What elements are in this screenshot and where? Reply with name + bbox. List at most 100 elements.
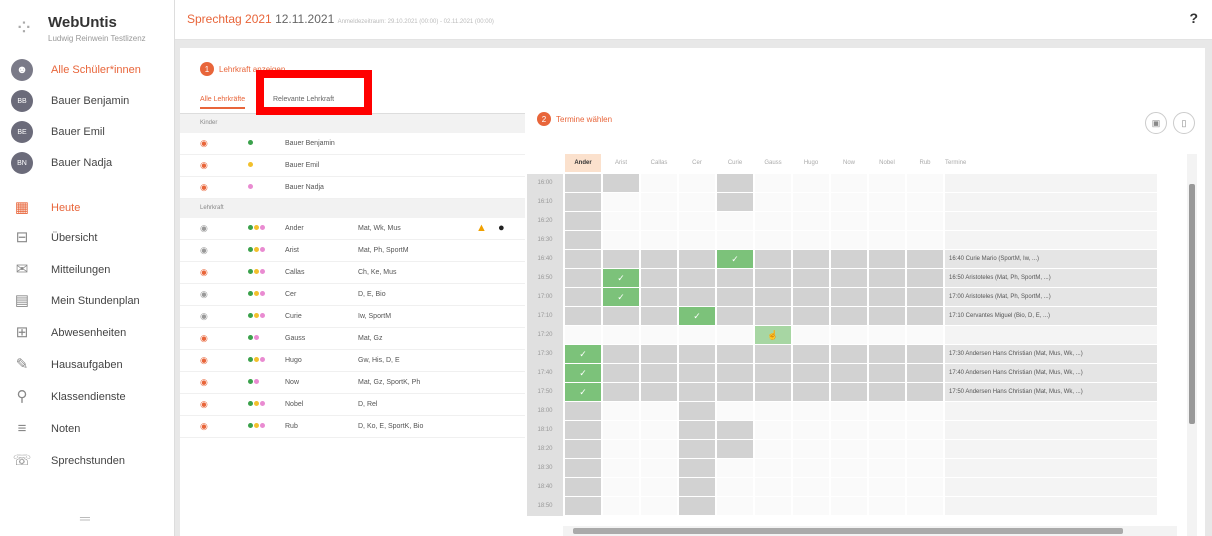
sidebar-item[interactable]: ☏ Sprechstunden xyxy=(0,446,175,476)
free-slot[interactable] xyxy=(831,193,867,211)
help-button[interactable]: ? xyxy=(1189,10,1198,26)
free-slot[interactable] xyxy=(603,231,639,249)
free-slot[interactable] xyxy=(641,421,677,439)
free-slot[interactable] xyxy=(603,326,639,344)
free-slot[interactable] xyxy=(793,440,829,458)
sidebar-item[interactable]: ✎ Hausaufgaben xyxy=(0,350,175,380)
free-slot[interactable] xyxy=(907,421,943,439)
visibility-eye-icon[interactable]: ◉ xyxy=(200,355,208,366)
free-slot[interactable] xyxy=(907,231,943,249)
free-slot[interactable] xyxy=(869,459,905,477)
free-slot[interactable] xyxy=(869,231,905,249)
free-slot[interactable] xyxy=(603,212,639,230)
sidebar-item[interactable]: BN Bauer Nadja xyxy=(0,148,175,178)
free-slot[interactable] xyxy=(603,440,639,458)
free-slot[interactable] xyxy=(831,440,867,458)
teacher-row[interactable]: ◉ Rub D, Ko, E, SportK, Bio xyxy=(180,416,525,438)
free-slot[interactable] xyxy=(755,497,791,515)
free-slot[interactable] xyxy=(679,326,715,344)
visibility-eye-icon[interactable]: ◉ xyxy=(200,333,208,344)
free-slot[interactable] xyxy=(641,212,677,230)
sidebar-item[interactable]: ▦ Heute xyxy=(0,193,175,223)
free-slot[interactable] xyxy=(907,497,943,515)
horizontal-scrollbar[interactable] xyxy=(563,526,1177,536)
free-slot[interactable] xyxy=(831,231,867,249)
free-slot[interactable] xyxy=(717,212,753,230)
free-slot[interactable] xyxy=(793,212,829,230)
pdf-export-button[interactable]: ▣ xyxy=(1145,112,1167,134)
free-slot[interactable] xyxy=(603,459,639,477)
free-slot[interactable] xyxy=(641,402,677,420)
free-slot[interactable] xyxy=(641,459,677,477)
free-slot[interactable] xyxy=(717,478,753,496)
free-slot[interactable] xyxy=(603,497,639,515)
visibility-eye-icon[interactable]: ◉ xyxy=(200,377,208,388)
free-slot[interactable] xyxy=(831,421,867,439)
free-slot[interactable] xyxy=(641,193,677,211)
free-slot[interactable] xyxy=(907,193,943,211)
free-slot[interactable] xyxy=(755,459,791,477)
free-slot[interactable] xyxy=(717,459,753,477)
booked-slot[interactable]: ✓ xyxy=(603,288,639,306)
free-slot[interactable] xyxy=(603,478,639,496)
visibility-eye-icon[interactable]: ◉ xyxy=(200,289,208,300)
teacher-row[interactable]: ◉ Ander Mat, Wk, Mus ▲ ● xyxy=(180,218,525,240)
booked-slot[interactable]: ✓ xyxy=(679,307,715,325)
free-slot[interactable] xyxy=(755,402,791,420)
booked-slot[interactable]: ✓ xyxy=(603,269,639,287)
free-slot[interactable] xyxy=(603,193,639,211)
free-slot[interactable] xyxy=(717,497,753,515)
sidebar-item[interactable]: ⊞ Abwesenheiten xyxy=(0,318,175,348)
free-slot[interactable] xyxy=(869,174,905,192)
free-slot[interactable] xyxy=(869,326,905,344)
tab-all-teachers[interactable]: Alle Lehrkräfte xyxy=(200,96,246,109)
free-slot[interactable] xyxy=(869,497,905,515)
free-slot[interactable] xyxy=(869,421,905,439)
sidebar-item[interactable]: BE Bauer Emil xyxy=(0,117,175,147)
free-slot[interactable] xyxy=(831,174,867,192)
child-row[interactable]: ◉ Bauer Benjamin xyxy=(180,133,525,155)
booked-slot[interactable]: ✓ xyxy=(565,364,601,382)
free-slot[interactable] xyxy=(679,212,715,230)
free-slot[interactable] xyxy=(793,459,829,477)
visibility-eye-icon[interactable]: ◉ xyxy=(200,245,208,256)
free-slot[interactable] xyxy=(907,459,943,477)
free-slot[interactable] xyxy=(641,174,677,192)
free-slot[interactable] xyxy=(869,478,905,496)
free-slot[interactable] xyxy=(793,326,829,344)
free-slot[interactable] xyxy=(755,174,791,192)
collapse-sidebar-icon[interactable]: ═ xyxy=(80,510,90,526)
visibility-eye-icon[interactable]: ◉ xyxy=(200,267,208,278)
free-slot[interactable] xyxy=(793,174,829,192)
free-slot[interactable] xyxy=(907,402,943,420)
free-slot[interactable] xyxy=(755,421,791,439)
free-slot[interactable] xyxy=(755,212,791,230)
free-slot[interactable] xyxy=(793,402,829,420)
free-slot[interactable] xyxy=(831,402,867,420)
sidebar-item[interactable]: ☻ Alle Schüler*innen xyxy=(0,55,175,85)
sidebar-item[interactable]: ▤ Mein Stundenplan xyxy=(0,286,175,316)
free-slot[interactable] xyxy=(793,193,829,211)
free-slot[interactable] xyxy=(603,421,639,439)
free-slot[interactable] xyxy=(869,440,905,458)
visibility-eye-icon[interactable]: ◉ xyxy=(200,311,208,322)
free-slot[interactable] xyxy=(831,212,867,230)
free-slot[interactable] xyxy=(831,459,867,477)
free-slot[interactable] xyxy=(641,440,677,458)
free-slot[interactable] xyxy=(641,326,677,344)
selectable-slot[interactable]: ☝ xyxy=(755,326,791,344)
sidebar-item[interactable]: ⊟ Übersicht xyxy=(0,223,175,253)
teacher-row[interactable]: ◉ Curie Iw, SportM xyxy=(180,306,525,328)
child-row[interactable]: ◉ Bauer Emil xyxy=(180,155,525,177)
teacher-row[interactable]: ◉ Cer D, E, Bio xyxy=(180,284,525,306)
free-slot[interactable] xyxy=(641,231,677,249)
free-slot[interactable] xyxy=(869,212,905,230)
sidebar-item[interactable]: BB Bauer Benjamin xyxy=(0,86,175,116)
sidebar-item[interactable]: ≡ Noten xyxy=(0,414,175,444)
free-slot[interactable] xyxy=(831,478,867,496)
free-slot[interactable] xyxy=(869,402,905,420)
visibility-eye-icon[interactable]: ◉ xyxy=(200,421,208,432)
free-slot[interactable] xyxy=(907,326,943,344)
teacher-row[interactable]: ◉ Hugo Gw, His, D, E xyxy=(180,350,525,372)
free-slot[interactable] xyxy=(907,174,943,192)
